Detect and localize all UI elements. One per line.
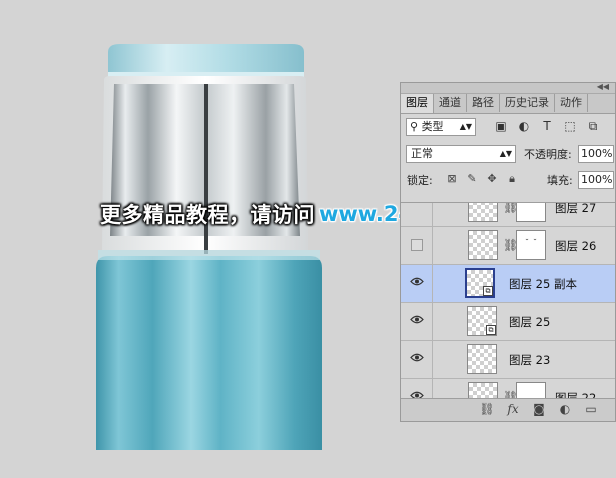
image-filter-icon[interactable]: ▣ xyxy=(493,119,509,133)
collapse-icon[interactable]: ◀◀ xyxy=(597,82,609,91)
tab-layers[interactable]: 图层 xyxy=(401,94,434,113)
link-layers-icon[interactable]: ⛓ xyxy=(479,402,495,416)
watermark-text: 更多精品教程，请访问 xyxy=(100,203,315,227)
mask-thumbnail[interactable] xyxy=(516,203,546,222)
search-icon: ⚲ xyxy=(410,120,419,133)
visibility-toggle[interactable] xyxy=(401,341,433,378)
eye-icon xyxy=(410,353,424,362)
lock-position-icon[interactable]: ✥ xyxy=(485,172,499,185)
smart-object-icon: ⧉ xyxy=(486,325,496,335)
new-group-icon[interactable]: ▭ xyxy=(583,402,599,416)
fill-field[interactable]: 100% xyxy=(578,171,614,189)
cap-top xyxy=(108,44,304,74)
layer-thumbnail xyxy=(467,344,497,374)
fx-icon[interactable]: fx xyxy=(505,402,521,416)
filter-type-label: 类型 xyxy=(421,120,444,133)
fill-label: 填充: xyxy=(547,174,573,187)
shape-filter-icon[interactable]: ⬚ xyxy=(562,119,578,133)
layer-row[interactable]: ⛓ ˘˘ 图层 26 xyxy=(401,227,615,265)
layer-name: 图层 27 xyxy=(555,202,597,215)
smart-object-icon: ⧉ xyxy=(483,286,493,296)
layer-thumbnail: ⧉ xyxy=(465,268,495,298)
add-mask-icon[interactable]: ◙ xyxy=(531,402,547,416)
filter-row: ⚲ 类型 ▲▼ ▣ ◐ T ⬚ ⧉ xyxy=(401,114,615,140)
layer-row[interactable]: ⛓ 图层 27 xyxy=(401,202,615,227)
opacity-field[interactable]: 100% xyxy=(578,145,614,163)
tab-channels[interactable]: 通道 xyxy=(434,94,467,112)
chevron-down-icon: ▲▼ xyxy=(499,149,512,158)
tab-history[interactable]: 历史记录 xyxy=(500,94,555,112)
layer-name: 图层 25 副本 xyxy=(509,277,577,291)
visibility-toggle[interactable] xyxy=(401,227,433,264)
tab-paths[interactable]: 路径 xyxy=(467,94,500,112)
panel-title-bar[interactable]: ◀◀ xyxy=(401,82,615,94)
chevron-down-icon: ▲▼ xyxy=(459,122,472,131)
eye-icon xyxy=(410,315,424,324)
filter-type-select[interactable]: ⚲ 类型 ▲▼ xyxy=(406,118,476,136)
layer-row[interactable]: 图层 23 xyxy=(401,341,615,379)
adjustment-layer-icon[interactable]: ◐ xyxy=(557,402,573,416)
visibility-toggle[interactable] xyxy=(401,303,433,340)
layer-name: 图层 25 xyxy=(509,315,551,329)
lock-transparent-icon[interactable]: ⊠ xyxy=(445,172,459,185)
blend-row: 正常 ▲▼ 不透明度: 100% xyxy=(401,140,615,166)
layer-thumbnail: ⧉ xyxy=(467,306,497,336)
panel-tabs: 图层 通道 路径 历史记录 动作 xyxy=(401,94,615,114)
hidden-checkbox[interactable] xyxy=(411,239,423,251)
blend-mode-value: 正常 xyxy=(411,147,433,160)
bottle-body xyxy=(96,256,322,450)
visibility-toggle[interactable] xyxy=(401,265,433,302)
layer-thumbnail xyxy=(468,230,498,260)
layer-list: ⛓ 图层 27 ⛓ ˘˘ 图层 26 ⧉ 图层 25 副本 ⧉ 图层 25 图层… xyxy=(401,202,615,478)
blend-mode-select[interactable]: 正常 ▲▼ xyxy=(406,145,516,163)
eye-icon xyxy=(410,277,424,286)
layer-name: 图层 23 xyxy=(509,353,551,367)
opacity-label: 不透明度: xyxy=(524,148,572,161)
type-filter-icon[interactable]: T xyxy=(539,119,555,133)
tab-actions[interactable]: 动作 xyxy=(555,94,588,112)
layer-row[interactable]: ⧉ 图层 25 副本 xyxy=(401,265,615,303)
lock-pixels-icon[interactable]: ✎ xyxy=(465,172,479,185)
layers-panel: ◀◀ 图层 通道 路径 历史记录 动作 ⚲ 类型 ▲▼ ▣ ◐ T ⬚ ⧉ 正常… xyxy=(400,82,616,422)
lock-row: 锁定: ⊠ ✎ ✥ 🔒︎ 填充: 100% xyxy=(401,166,615,192)
smart-object-filter-icon[interactable]: ⧉ xyxy=(585,119,601,134)
panel-footer: ⛓ fx ◙ ◐ ▭ xyxy=(401,398,615,421)
visibility-toggle[interactable] xyxy=(401,203,433,226)
layer-name: 图层 26 xyxy=(555,239,597,253)
lock-all-icon[interactable]: 🔒︎ xyxy=(505,172,519,186)
layer-thumbnail xyxy=(468,203,498,222)
adjustment-filter-icon[interactable]: ◐ xyxy=(516,119,532,133)
layer-row[interactable]: ⧉ 图层 25 xyxy=(401,303,615,341)
lock-label: 锁定: xyxy=(407,174,433,187)
mask-thumbnail[interactable]: ˘˘ xyxy=(516,230,546,260)
